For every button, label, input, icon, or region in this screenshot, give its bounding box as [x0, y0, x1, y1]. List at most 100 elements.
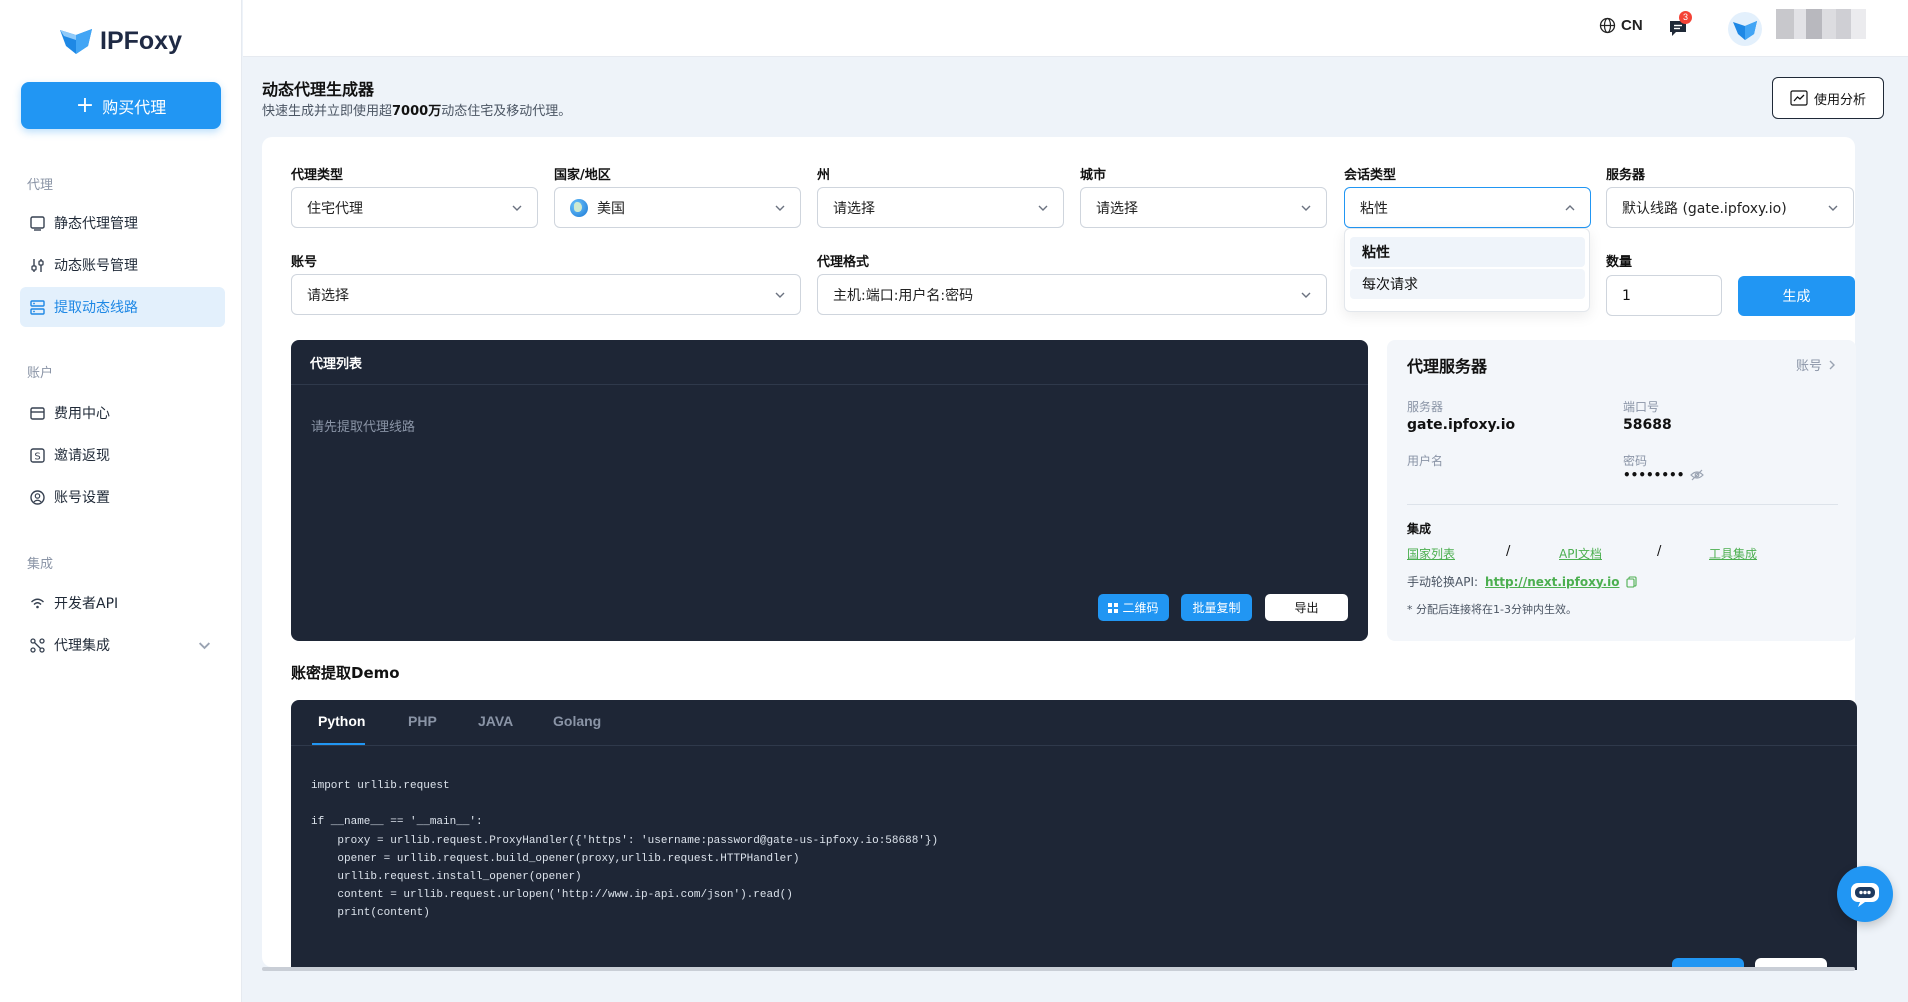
- proxy-format-select[interactable]: 主机:端口:用户名:密码: [817, 274, 1327, 315]
- quantity-label: 数量: [1606, 255, 1633, 270]
- server-label: 服务器: [1606, 168, 1646, 183]
- logo-text: IPFoxy: [100, 26, 182, 55]
- code-demo-panel: Python PHP JAVA Golang import urllib.req…: [291, 700, 1857, 970]
- country-select[interactable]: 美国: [554, 187, 801, 228]
- session-type-select[interactable]: 粘性: [1344, 187, 1591, 228]
- tab-python[interactable]: Python: [318, 713, 365, 729]
- sidebar-item-extract-lines[interactable]: 提取动态线路: [20, 287, 225, 327]
- server-select[interactable]: 默认线路 (gate.ipfoxy.io): [1606, 187, 1854, 228]
- sidebar-item-dynamic-account[interactable]: 动态账号管理: [20, 245, 225, 285]
- api-docs-link[interactable]: API文档: [1559, 545, 1602, 562]
- sliders-icon: [31, 258, 44, 272]
- username-blurred[interactable]: [1776, 9, 1866, 39]
- integration-icon: [30, 637, 45, 653]
- sidebar-item-static-proxy[interactable]: 静态代理管理: [20, 203, 225, 243]
- language-switcher[interactable]: CN: [1599, 17, 1643, 34]
- globe-icon: [1599, 17, 1616, 34]
- sidebar-item-label: 开发者API: [54, 596, 119, 612]
- session-type-value: 粘性: [1360, 200, 1388, 217]
- proxy-server-title: 代理服务器: [1407, 357, 1488, 376]
- nav-section-proxy: 代理: [27, 178, 54, 193]
- rotate-api-link[interactable]: http://next.ipfoxy.io: [1485, 575, 1619, 589]
- session-type-label: 会话类型: [1344, 168, 1397, 183]
- qr-code-button[interactable]: 二维码: [1098, 594, 1169, 621]
- proxy-type-select[interactable]: 住宅代理: [291, 187, 538, 228]
- sidebar-item-label: 邀请返现: [54, 448, 110, 464]
- server-icon: [30, 299, 45, 315]
- buy-proxy-button[interactable]: + 购买代理: [21, 82, 221, 129]
- sidebar-item-label: 费用中心: [54, 406, 110, 422]
- topbar: CN 3: [243, 0, 1908, 57]
- account-value: 请选择: [307, 287, 349, 304]
- proxy-type-label: 代理类型: [291, 168, 344, 183]
- chevron-up-icon: [1565, 205, 1575, 211]
- account-link[interactable]: 账号: [1796, 355, 1836, 374]
- sidebar-item-label: 静态代理管理: [54, 216, 138, 232]
- export-button[interactable]: 导出: [1265, 594, 1348, 621]
- proxy-format-label: 代理格式: [817, 255, 870, 270]
- globe-flag-icon: [570, 198, 588, 217]
- qr-code-label: 二维码: [1122, 601, 1159, 615]
- password-field-value: ••••••••: [1623, 468, 1685, 482]
- chevron-down-icon: [1301, 205, 1311, 211]
- qr-code-icon: [1108, 602, 1119, 613]
- password-field: ••••••••: [1623, 468, 1705, 482]
- chevron-down-icon: [1301, 292, 1311, 298]
- account-label: 账号: [291, 255, 318, 270]
- password-field-label: 密码: [1623, 454, 1648, 468]
- server-field-label: 服务器: [1407, 400, 1444, 414]
- sidebar-item-proxy-integration[interactable]: 代理集成: [20, 625, 225, 665]
- rotate-api-row: 手动轮换API: http://next.ipfoxy.io: [1407, 573, 1638, 590]
- wallet-icon: [30, 406, 45, 420]
- support-chat-button[interactable]: [1837, 866, 1893, 922]
- tab-golang[interactable]: Golang: [553, 713, 601, 729]
- chart-line-icon: [1790, 90, 1808, 106]
- sidebar-item-billing[interactable]: 费用中心: [20, 393, 225, 433]
- state-select[interactable]: 请选择: [817, 187, 1064, 228]
- tab-java[interactable]: JAVA: [478, 713, 513, 729]
- activation-note: * 分配后连接将在1-3分钟内生效。: [1407, 603, 1577, 616]
- page-subtitle: 快速生成并立即使用超7000万动态住宅及移动代理。: [262, 104, 572, 119]
- plus-icon: +: [75, 92, 95, 118]
- city-select[interactable]: 请选择: [1080, 187, 1327, 228]
- account-select[interactable]: 请选择: [291, 274, 801, 315]
- monitor-icon: [30, 215, 45, 231]
- quantity-input[interactable]: 1: [1606, 275, 1722, 316]
- session-type-dropdown: 粘性 每次请求: [1344, 228, 1590, 312]
- code-block: import urllib.request if __name__ == '__…: [311, 780, 939, 920]
- dollar-icon: S: [30, 447, 45, 463]
- signal-icon: [31, 598, 44, 608]
- link-separator: /: [1506, 544, 1511, 559]
- eye-off-icon[interactable]: [1690, 469, 1705, 481]
- proxy-list-panel: 代理列表 请先提取代理线路 二维码 批量复制 导出: [291, 340, 1368, 641]
- message-count-badge: 3: [1679, 11, 1693, 24]
- tool-integration-link[interactable]: 工具集成: [1709, 545, 1757, 562]
- proxy-format-value: 主机:端口:用户名:密码: [833, 287, 974, 304]
- tab-php[interactable]: PHP: [408, 713, 437, 729]
- session-option-sticky[interactable]: 粘性: [1350, 237, 1585, 267]
- horizontal-scrollbar[interactable]: [262, 967, 1855, 971]
- language-label: CN: [1621, 17, 1643, 34]
- avatar[interactable]: [1728, 12, 1762, 46]
- chevron-down-icon: [775, 205, 785, 211]
- sidebar: IPFoxy + 购买代理 代理 静态代理管理 动态账号管理 提取动态线路 账户…: [0, 0, 242, 1002]
- usage-analysis-button[interactable]: 使用分析: [1772, 77, 1884, 119]
- nav-section-integration: 集成: [27, 557, 54, 572]
- logo[interactable]: IPFoxy: [58, 26, 182, 56]
- sidebar-item-account-settings[interactable]: 账号设置: [20, 477, 225, 517]
- chevron-down-icon: [512, 205, 522, 211]
- divider: [1407, 504, 1838, 505]
- buy-proxy-label: 购买代理: [102, 97, 167, 117]
- sidebar-item-developer-api[interactable]: 开发者API: [20, 583, 225, 623]
- country-list-link[interactable]: 国家列表: [1407, 545, 1455, 562]
- batch-copy-button[interactable]: 批量复制: [1181, 594, 1252, 621]
- proxy-list-title: 代理列表: [291, 340, 1368, 385]
- generate-button[interactable]: 生成: [1738, 276, 1855, 316]
- session-option-per-request[interactable]: 每次请求: [1350, 269, 1585, 299]
- state-label: 州: [817, 168, 831, 183]
- sidebar-item-referral[interactable]: S 邀请返现: [20, 435, 225, 475]
- integration-label: 集成: [1407, 522, 1432, 536]
- copy-icon[interactable]: [1626, 575, 1638, 588]
- sidebar-item-label: 账号设置: [54, 490, 110, 506]
- server-value: 默认线路 (gate.ipfoxy.io): [1622, 200, 1787, 217]
